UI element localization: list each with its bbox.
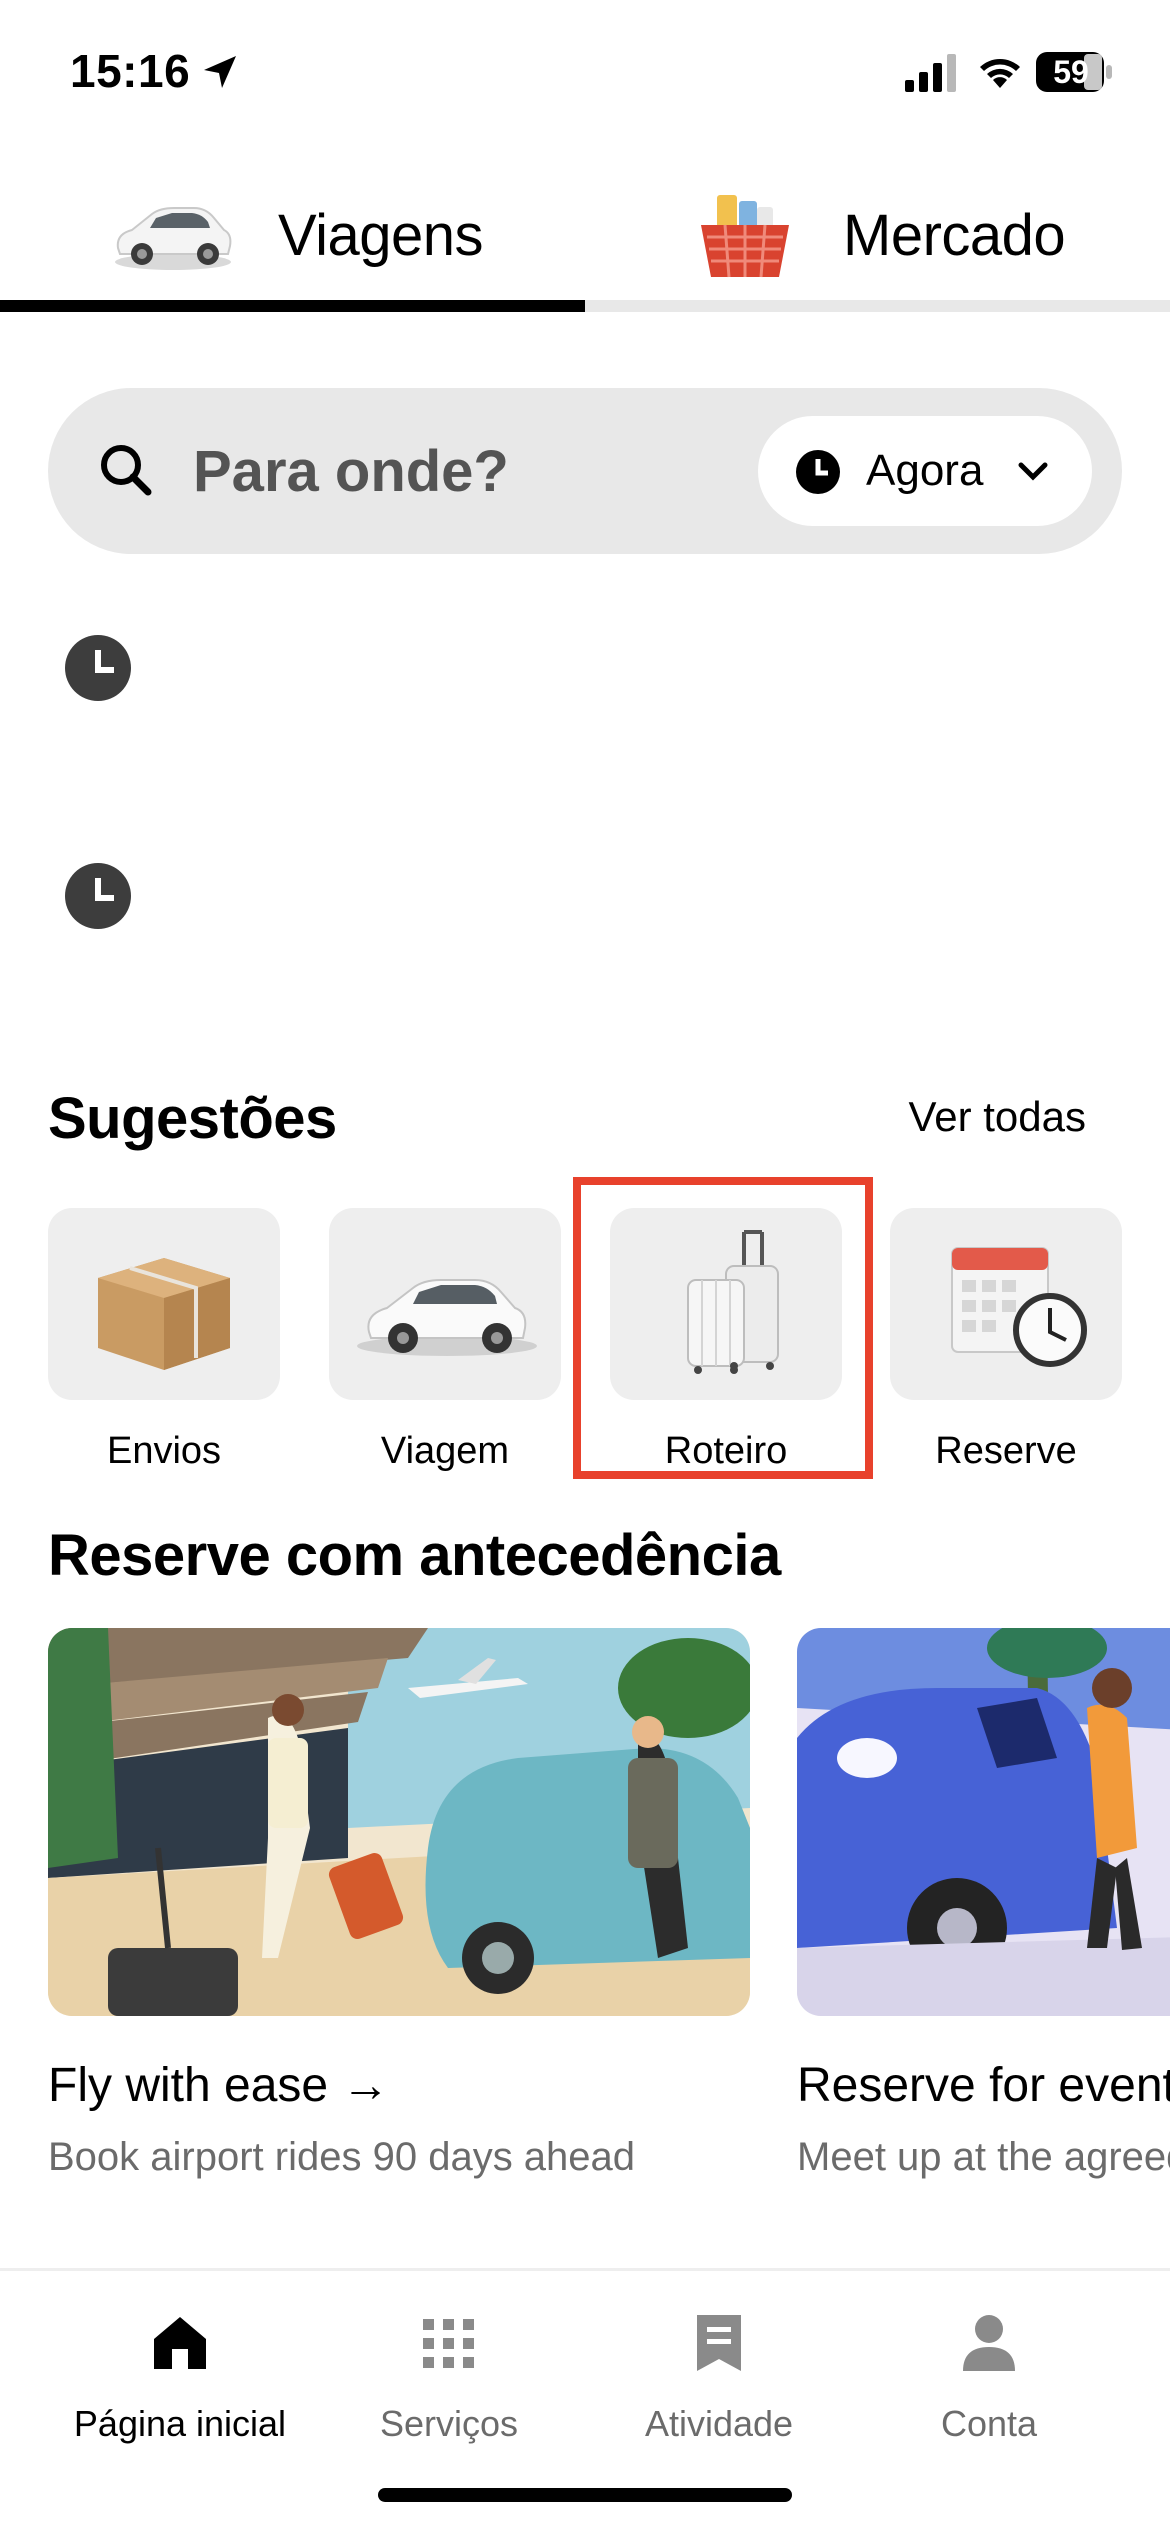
clock-icon — [65, 863, 131, 929]
suggestion-label: Viagem — [380, 1430, 510, 1472]
receipt-icon — [697, 2315, 741, 2371]
service-tabs: Viagens Mercado — [0, 160, 1170, 315]
wifi-icon — [980, 59, 1020, 88]
suggestion-viagem[interactable]: Viagem — [329, 1208, 561, 1473]
nav-account[interactable]: Conta — [854, 2311, 1124, 2445]
grid-icon — [423, 2319, 474, 2368]
home-indicator[interactable] — [378, 2488, 792, 2502]
cellular-signal-icon — [905, 54, 956, 92]
clock-icon — [796, 450, 840, 494]
suggestion-reserve[interactable]: Reserve — [890, 1208, 1122, 1473]
reserve-section-title: Reserve com antecedência — [48, 1523, 781, 1588]
recent-destination[interactable] — [60, 840, 1110, 950]
tab-label: Viagens — [278, 202, 484, 268]
nav-label: Conta — [940, 2403, 1038, 2444]
tab-label: Mercado — [843, 202, 1066, 268]
suggestion-label: Reserve — [935, 1430, 1077, 1472]
search-icon — [101, 445, 152, 496]
schedule-time-label: Agora — [866, 446, 984, 495]
suggestion-tile — [890, 1208, 1122, 1400]
location-arrow-icon — [204, 56, 236, 88]
home-icon — [154, 2317, 206, 2369]
nav-services[interactable]: Serviços — [314, 2311, 584, 2445]
search-input[interactable]: Para onde? — [193, 438, 509, 505]
airport-illustration — [48, 1628, 750, 2016]
reserve-card-title: Fly with ease → — [48, 2059, 390, 2112]
person-icon — [963, 2315, 1015, 2371]
status-bar: 15:16 59 — [0, 0, 1170, 150]
nav-label: Página inicial — [73, 2403, 287, 2444]
nav-label: Serviços — [379, 2403, 519, 2444]
reserve-card-events[interactable]: Reserve for events Meet up at the agreed… — [797, 1628, 1170, 2180]
nav-home[interactable]: Página inicial — [45, 2311, 315, 2445]
clock-icon — [65, 635, 131, 701]
events-scene-image — [797, 1628, 1170, 2016]
see-all-link[interactable]: Ver todas — [909, 1093, 1086, 1141]
nav-label: Atividade — [644, 2403, 794, 2444]
highlight-annotation-box — [573, 1177, 873, 1479]
nav-activity[interactable]: Atividade — [584, 2311, 854, 2445]
grocery-basket-icon — [701, 195, 789, 278]
destination-search-bar[interactable]: Para onde? Agora — [48, 388, 1122, 554]
suggestion-label: Envios — [106, 1430, 222, 1472]
recent-destination[interactable] — [60, 612, 1110, 722]
reserve-card-title: Reserve for events — [797, 2059, 1170, 2112]
suggestion-tile — [329, 1208, 561, 1400]
car-icon — [115, 207, 232, 270]
battery-level: 59 — [1053, 54, 1089, 90]
reserve-card-subtitle: Book airport rides 90 days ahead — [48, 2135, 636, 2179]
status-time: 15:16 — [70, 45, 191, 97]
calendar-clock-icon — [951, 1247, 1087, 1367]
suggestions-title: Sugestões — [48, 1086, 337, 1151]
events-illustration — [797, 1628, 1170, 2016]
suggestion-envios[interactable]: Envios — [48, 1208, 280, 1473]
chevron-down-icon — [1018, 462, 1048, 481]
reserve-card-airport[interactable]: Fly with ease → Book airport rides 90 da… — [48, 1628, 750, 2180]
tab-underline-active — [0, 300, 585, 312]
schedule-time-dropdown[interactable]: Agora — [758, 416, 1092, 526]
tab-mercado[interactable]: Mercado — [695, 160, 1066, 310]
airport-scene-image — [48, 1628, 750, 2016]
tab-viagens[interactable]: Viagens — [110, 160, 484, 310]
reserve-card-subtitle: Meet up at the agreed spot — [797, 2135, 1170, 2179]
car-icon — [357, 1279, 537, 1356]
package-icon — [98, 1258, 230, 1370]
suggestion-tile — [48, 1208, 280, 1400]
